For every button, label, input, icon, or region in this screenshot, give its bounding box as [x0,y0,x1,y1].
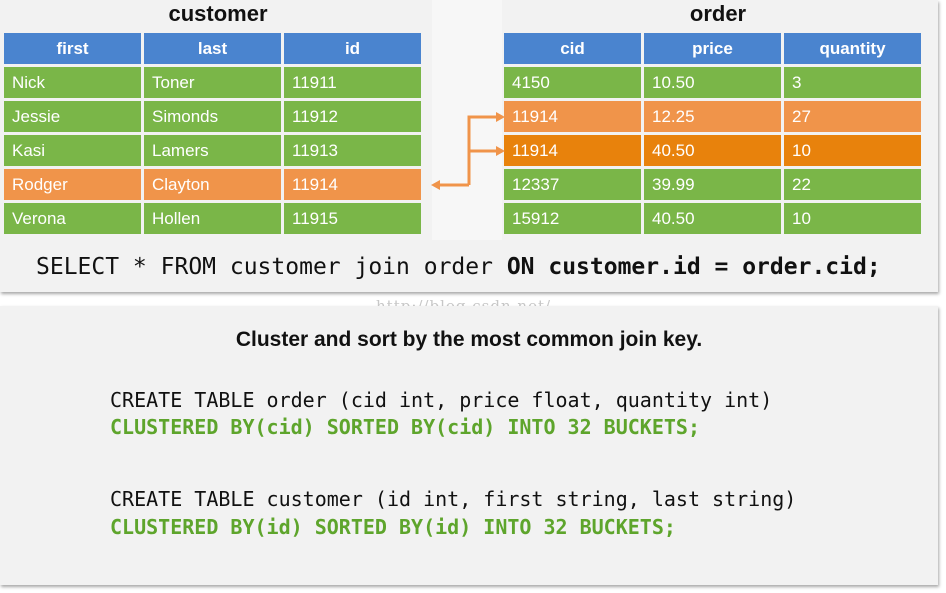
cluster-heading: Cluster and sort by the most common join… [235,328,703,351]
arrowhead-icon [496,112,505,122]
join-query-condition: ON customer.id = order.cid; [506,254,881,280]
order-create-statement: CREATE TABLE order (cid int, price float… [110,388,773,412]
customer-create-statement: CREATE TABLE customer (id int, first str… [110,487,797,511]
join-query: SELECT * FROM customer join order ON cus… [36,254,881,280]
join-arrows [431,112,505,190]
arrowhead-icon [431,180,440,190]
join-query-plain: SELECT * FROM customer join order [36,254,507,280]
join-panel: customer order first last id Nick Toner … [0,0,938,292]
order-cluster-clause: CLUSTERED BY(cid) SORTED BY(cid) INTO 32… [110,415,701,439]
arrowhead-icon [496,146,505,156]
customer-cluster-clause: CLUSTERED BY(id) SORTED BY(id) INTO 32 B… [110,515,676,539]
